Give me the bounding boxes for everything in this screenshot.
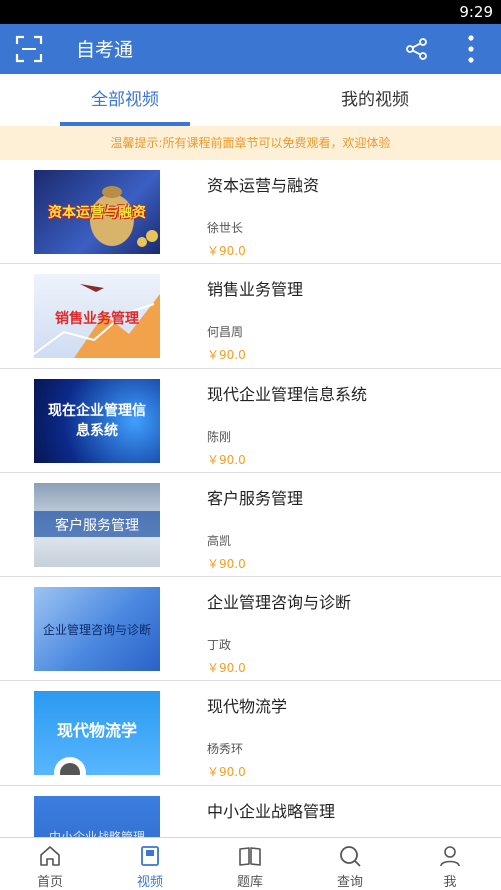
thumbnail-text: 中小企业战略管理 [48, 829, 145, 837]
nav-me-label: 我 [443, 875, 457, 890]
course-price: ￥90.0 [207, 765, 246, 780]
course-item[interactable]: 现代物流学 现代物流学 杨秀环 ￥90.0 [0, 681, 501, 786]
course-price: ￥90.0 [207, 556, 246, 571]
course-thumbnail: 资本运营与融资 [34, 170, 160, 254]
status-time: 9:29 [459, 3, 493, 21]
scan-icon[interactable] [14, 34, 44, 64]
course-thumbnail: 中小企业战略管理 [34, 795, 160, 837]
course-title: 客户服务管理 [207, 488, 304, 508]
thumbnail-text: 客户服务管理 [55, 517, 139, 534]
status-bar: 9:29 [0, 0, 501, 24]
nav-video-label: 视频 [136, 875, 163, 890]
course-list: 资本运营与融资 资本运营与融资 徐世长 ￥90.0 销售业务管理 销售业务管理 … [0, 160, 501, 837]
nav-search[interactable]: 查询 [300, 838, 400, 890]
thumbnail-text: 销售业务管理 [55, 311, 139, 328]
course-teacher: 杨秀环 [207, 742, 244, 757]
course-item[interactable]: 客户服务管理 客户服务管理 高凯 ￥90.0 [0, 473, 501, 578]
course-teacher: 高凯 [207, 533, 232, 548]
course-price: ￥90.0 [207, 661, 246, 676]
course-thumbnail: 企业管理咨询与诊断 [34, 587, 160, 672]
nav-home[interactable]: 首页 [0, 838, 100, 890]
nav-video[interactable]: 视频 [100, 838, 200, 890]
course-title: 现代企业管理信息系统 [207, 384, 368, 404]
course-teacher: 丁政 [207, 638, 232, 653]
course-item[interactable]: 中小企业战略管理 中小企业战略管理 [0, 786, 501, 837]
course-title: 企业管理咨询与诊断 [207, 593, 352, 613]
course-item[interactable]: 企业管理咨询与诊断 企业管理咨询与诊断 丁政 ￥90.0 [0, 577, 501, 682]
course-title: 中小企业战略管理 [207, 801, 336, 821]
nav-home-label: 首页 [36, 875, 63, 890]
course-thumbnail: 现代物流学 [34, 691, 160, 776]
course-price: ￥90.0 [207, 348, 246, 363]
nav-question-bank-label: 题库 [236, 875, 263, 890]
course-price: ￥90.0 [207, 244, 246, 258]
course-thumbnail: 客户服务管理 [34, 482, 160, 567]
course-thumbnail: 销售业务管理 [34, 274, 160, 359]
app-title: 自考通 [76, 39, 134, 61]
course-title: 资本运营与融资 [207, 176, 320, 195]
tab-all-videos[interactable]: 全部视频 [0, 74, 250, 126]
share-icon[interactable] [404, 36, 430, 62]
user-icon [438, 844, 462, 868]
thumbnail-text: 现在企业管理信息系统 [48, 402, 146, 439]
more-vertical-icon[interactable] [460, 32, 482, 66]
course-title: 现代物流学 [207, 697, 288, 717]
nav-me[interactable]: 我 [400, 838, 500, 890]
course-teacher: 陈刚 [207, 429, 232, 444]
nav-question-bank[interactable]: 题库 [200, 838, 300, 890]
bottom-nav: 首页 视频 题库 查询 我 [0, 837, 501, 890]
search-icon [338, 844, 362, 868]
video-icon [138, 844, 162, 868]
course-teacher: 徐世长 [207, 221, 244, 235]
thumbnail-text: 企业管理咨询与诊断 [42, 623, 151, 638]
course-title: 销售业务管理 [207, 280, 304, 300]
course-item[interactable]: 现在企业管理信息系统 现代企业管理信息系统 陈刚 ￥90.0 [0, 369, 501, 473]
notice-banner: 温馨提示:所有课程前面章节可以免费观看，欢迎体验 [0, 126, 501, 160]
home-icon [38, 844, 62, 868]
app-bar: 自考通 [0, 24, 501, 74]
thumbnail-text: 资本运营与融资 [48, 205, 146, 221]
course-thumbnail: 现在企业管理信息系统 [34, 378, 160, 463]
tab-bar: 全部视频 我的视频 [0, 74, 501, 126]
nav-search-label: 查询 [336, 875, 363, 890]
course-item[interactable]: 资本运营与融资 资本运营与融资 徐世长 ￥90.0 [0, 160, 501, 265]
course-price: ￥90.0 [207, 452, 246, 467]
tab-my-videos[interactable]: 我的视频 [250, 74, 500, 126]
book-icon [238, 844, 262, 868]
course-teacher: 何昌周 [207, 325, 244, 340]
course-item[interactable]: 销售业务管理 销售业务管理 何昌周 ￥90.0 [0, 264, 501, 369]
thumbnail-text: 现代物流学 [56, 721, 137, 741]
